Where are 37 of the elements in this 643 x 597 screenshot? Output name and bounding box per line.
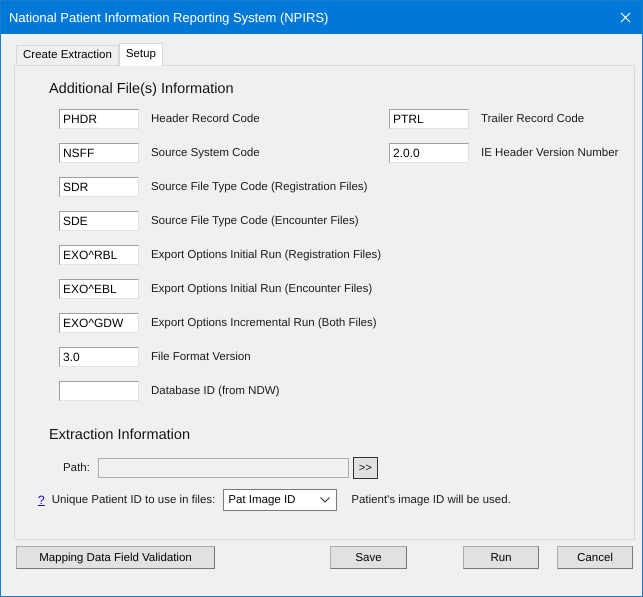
input-field[interactable]: NSFF xyxy=(59,143,139,163)
field-label: IE Header Version Number xyxy=(481,147,620,159)
info-text: Patient's image ID will be used. xyxy=(351,494,511,506)
help-link[interactable]: ? xyxy=(38,493,45,507)
input-field[interactable] xyxy=(59,381,139,401)
dialog-button[interactable]: Save xyxy=(330,546,407,569)
section-heading: Extraction Information xyxy=(49,427,192,443)
input-field[interactable]: PHDR xyxy=(59,109,139,129)
field-label: Unique Patient ID to use in files: xyxy=(52,494,216,506)
field-label: Trailer Record Code xyxy=(481,113,586,125)
chevron-icon xyxy=(320,497,330,503)
field-label: Path: xyxy=(63,462,90,474)
input-field[interactable]: EXO^RBL xyxy=(59,245,139,265)
tab[interactable]: Setup xyxy=(118,43,163,66)
input-field[interactable]: SDR xyxy=(59,177,139,197)
dialog-button[interactable]: Cancel xyxy=(557,546,633,569)
window-title: National Patient Information Reporting System (NPIRS) xyxy=(9,10,328,25)
input-field[interactable]: 3.0 xyxy=(59,347,139,367)
tab[interactable]: Create Extraction xyxy=(16,45,119,65)
field-label: Header Record Code xyxy=(151,113,261,125)
field-label: Database ID (from NDW) xyxy=(151,385,280,397)
section-heading: Additional File(s) Information xyxy=(49,81,235,97)
field-label: Source File Type Code (Registration Files) xyxy=(151,181,368,193)
field-label: File Format Version xyxy=(151,351,252,363)
dropdown[interactable]: Pat Image ID xyxy=(223,489,338,511)
field-label: Export Options Initial Run (Encounter Files) xyxy=(151,283,374,295)
dialog-button[interactable]: Run xyxy=(463,546,539,569)
close-icon[interactable] xyxy=(620,12,631,23)
input-field[interactable]: EXO^EBL xyxy=(59,279,139,299)
field-label: Export Options Incremental Run (Both Files) xyxy=(151,317,377,329)
input-field[interactable]: 2.0.0 xyxy=(389,143,469,163)
dialog-button[interactable]: Mapping Data Field Validation xyxy=(16,546,215,569)
input-field[interactable]: EXO^GDW xyxy=(59,313,139,333)
input-field[interactable]: SDE xyxy=(59,211,139,231)
field-label: Source System Code xyxy=(151,147,261,159)
input-field[interactable]: PTRL xyxy=(389,109,469,129)
field-label: Source File Type Code (Encounter Files) xyxy=(151,215,360,227)
